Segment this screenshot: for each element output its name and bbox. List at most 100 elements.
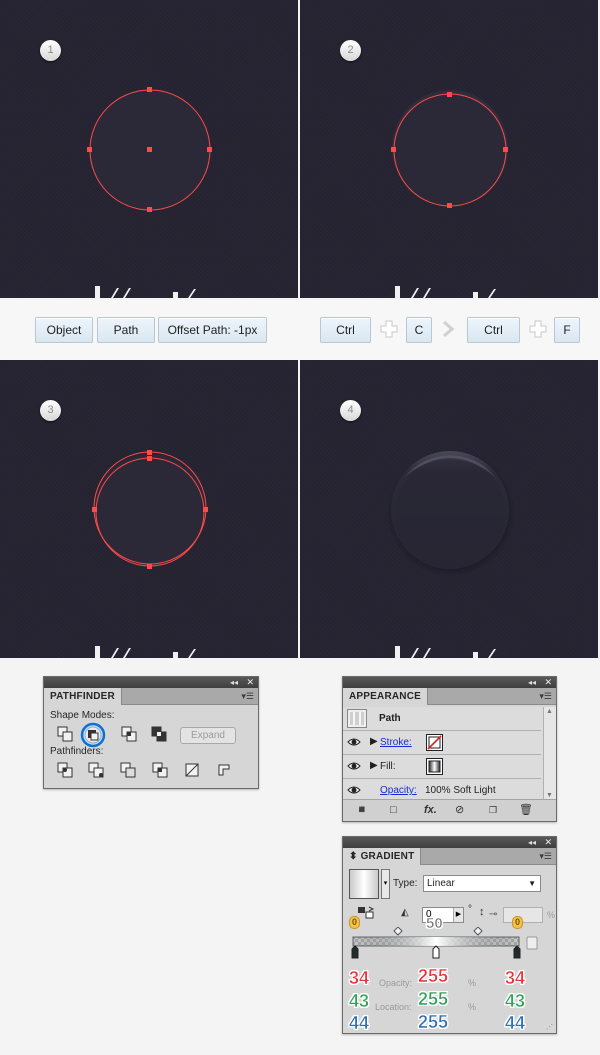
tab-pathfinder[interactable]: PATHFINDER bbox=[44, 688, 122, 705]
trim-icon[interactable] bbox=[87, 761, 105, 779]
visibility-eye-icon[interactable] bbox=[347, 784, 361, 796]
angle-dropdown-arrow[interactable]: ▶ bbox=[453, 908, 463, 922]
angle-icon: ◭ bbox=[401, 907, 409, 918]
fill-label: Fill: bbox=[380, 761, 396, 772]
panel-menu-icon[interactable]: ▾☰ bbox=[539, 691, 552, 701]
scrollbar[interactable]: ▲ ▼ bbox=[543, 707, 556, 800]
aspect-ratio-icon: ↕ bbox=[479, 906, 485, 918]
anchor-point bbox=[147, 207, 152, 212]
midpoint-diamond-right bbox=[473, 927, 483, 936]
inner-circle-shape bbox=[394, 94, 506, 206]
palette-tab-bar: ⬍ GRADIENT ▾☰ bbox=[343, 848, 556, 865]
scroll-up-icon[interactable]: ▲ bbox=[546, 708, 553, 715]
key-path: Path bbox=[97, 317, 155, 343]
watermark-logo bbox=[95, 286, 196, 298]
gradient-type-value: Linear bbox=[427, 878, 455, 889]
gradient-preview-swatch[interactable] bbox=[349, 869, 379, 899]
palette-title-bar[interactable]: ◂◂ ✕ bbox=[343, 677, 556, 688]
exclude-icon[interactable] bbox=[150, 725, 168, 743]
swatch-dropdown-arrow[interactable]: ▾ bbox=[381, 869, 390, 899]
step-2-artwork bbox=[391, 90, 508, 208]
panel-menu-icon[interactable]: ▾☰ bbox=[241, 691, 254, 701]
appearance-object-row[interactable]: Path bbox=[343, 707, 541, 731]
resize-grip-icon[interactable]: ⋰ bbox=[546, 1023, 553, 1031]
appearance-stroke-row[interactable]: ▶ Stroke: bbox=[343, 731, 541, 755]
visibility-eye-icon[interactable] bbox=[347, 760, 361, 772]
close-icon[interactable]: ✕ bbox=[544, 837, 552, 848]
chevron-down-icon: ▼ bbox=[528, 879, 536, 888]
unite-icon[interactable] bbox=[56, 725, 74, 743]
midpoint-diamond-left bbox=[393, 927, 403, 936]
appearance-palette: ◂◂ ✕ APPEARANCE ▾☰ Path ▶ Stroke: ▶ Fill… bbox=[342, 676, 557, 822]
button-inner bbox=[395, 458, 505, 568]
outline-icon[interactable] bbox=[183, 761, 201, 779]
expand-triangle-icon[interactable]: ▶ bbox=[370, 735, 378, 749]
aspect-percent: % bbox=[547, 910, 556, 920]
gradient-title: GRADIENT bbox=[360, 851, 415, 862]
step-3-artwork bbox=[92, 450, 208, 569]
chevron-right-icon bbox=[443, 321, 455, 337]
location-percent: % bbox=[468, 1002, 477, 1012]
intersect-icon[interactable] bbox=[120, 725, 138, 743]
degree-symbol: ° bbox=[468, 904, 472, 915]
color-stop-left bbox=[351, 945, 359, 959]
palette-title-bar[interactable]: ◂◂ ✕ bbox=[343, 837, 556, 848]
anchor-point bbox=[503, 147, 508, 152]
anchor-point bbox=[92, 507, 97, 512]
location-label: Location: bbox=[375, 1002, 412, 1012]
panel-menu-icon[interactable]: ▾☰ bbox=[539, 851, 552, 861]
stop-middle-r: 255 bbox=[418, 966, 449, 987]
gradient-type-select[interactable]: Linear ▼ bbox=[423, 875, 541, 892]
appearance-footer: ◾ □ fx. ⊘ ❐ 🗑 bbox=[343, 799, 556, 821]
collapse-icon[interactable]: ◂◂ bbox=[528, 837, 536, 848]
add-fill-icon[interactable]: □ bbox=[390, 803, 397, 817]
scroll-down-icon[interactable]: ▼ bbox=[546, 792, 553, 799]
fx-icon[interactable]: fx. bbox=[424, 803, 437, 817]
stroke-label[interactable]: Stroke: bbox=[380, 736, 412, 750]
object-thumbnail-icon bbox=[347, 709, 367, 728]
expand-triangle-icon[interactable]: ▶ bbox=[370, 759, 378, 773]
clear-appearance-icon[interactable]: ⊘ bbox=[455, 803, 464, 817]
key-c: C bbox=[406, 317, 432, 343]
visibility-eye-icon[interactable] bbox=[347, 736, 361, 748]
plus-icon bbox=[529, 320, 547, 338]
palette-title-bar[interactable]: ◂◂ ✕ bbox=[44, 677, 258, 688]
step-badge-right: 0 bbox=[512, 916, 523, 929]
reverse-gradient-icon[interactable] bbox=[357, 906, 375, 920]
pathfinder-palette: ◂◂ ✕ PATHFINDER ▾☰ Shape Modes: Expand P… bbox=[43, 676, 259, 789]
collapse-icon[interactable]: ◂◂ bbox=[528, 677, 536, 688]
close-icon[interactable]: ✕ bbox=[544, 677, 552, 688]
tab-appearance[interactable]: APPEARANCE bbox=[343, 688, 429, 705]
minus-back-icon[interactable] bbox=[215, 761, 233, 779]
minus-front-icon[interactable] bbox=[80, 722, 106, 748]
merge-icon[interactable] bbox=[119, 761, 137, 779]
gradient-slider[interactable] bbox=[349, 927, 549, 963]
anchor-point bbox=[147, 564, 152, 569]
anchor-point bbox=[147, 87, 152, 92]
aspect-ratio-field[interactable] bbox=[503, 907, 543, 923]
fill-gradient-swatch[interactable] bbox=[426, 758, 443, 775]
add-stroke-icon[interactable]: ◾ bbox=[355, 803, 369, 817]
collapse-icon[interactable]: ◂◂ bbox=[230, 677, 238, 688]
step-2-panel: 2 bbox=[300, 0, 598, 298]
aspect-preview-icon: ⊸ bbox=[489, 909, 498, 920]
type-label: Type: bbox=[393, 878, 418, 889]
appearance-fill-row[interactable]: ▶ Fill: bbox=[343, 755, 541, 779]
step-1-artwork bbox=[87, 87, 212, 212]
close-icon[interactable]: ✕ bbox=[246, 677, 254, 688]
opacity-label[interactable]: Opacity: bbox=[380, 784, 417, 798]
tab-gradient[interactable]: ⬍ GRADIENT bbox=[343, 848, 422, 865]
tab-toggle-icon: ⬍ bbox=[349, 851, 358, 862]
expand-button[interactable]: Expand bbox=[180, 727, 236, 744]
shortcut-strip: Object Path Offset Path: -1px Ctrl C Ctr… bbox=[0, 300, 600, 360]
object-type-label: Path bbox=[379, 713, 401, 724]
crop-icon[interactable] bbox=[151, 761, 169, 779]
anchor-point bbox=[391, 147, 396, 152]
stroke-none-swatch[interactable] bbox=[426, 734, 443, 751]
center-point bbox=[147, 147, 152, 152]
anchor-point bbox=[203, 507, 208, 512]
stop-right-b: 44 bbox=[505, 1013, 526, 1034]
trash-icon[interactable]: 🗑 bbox=[519, 803, 533, 817]
duplicate-item-icon[interactable]: ❐ bbox=[489, 803, 497, 817]
divide-icon[interactable] bbox=[56, 761, 74, 779]
